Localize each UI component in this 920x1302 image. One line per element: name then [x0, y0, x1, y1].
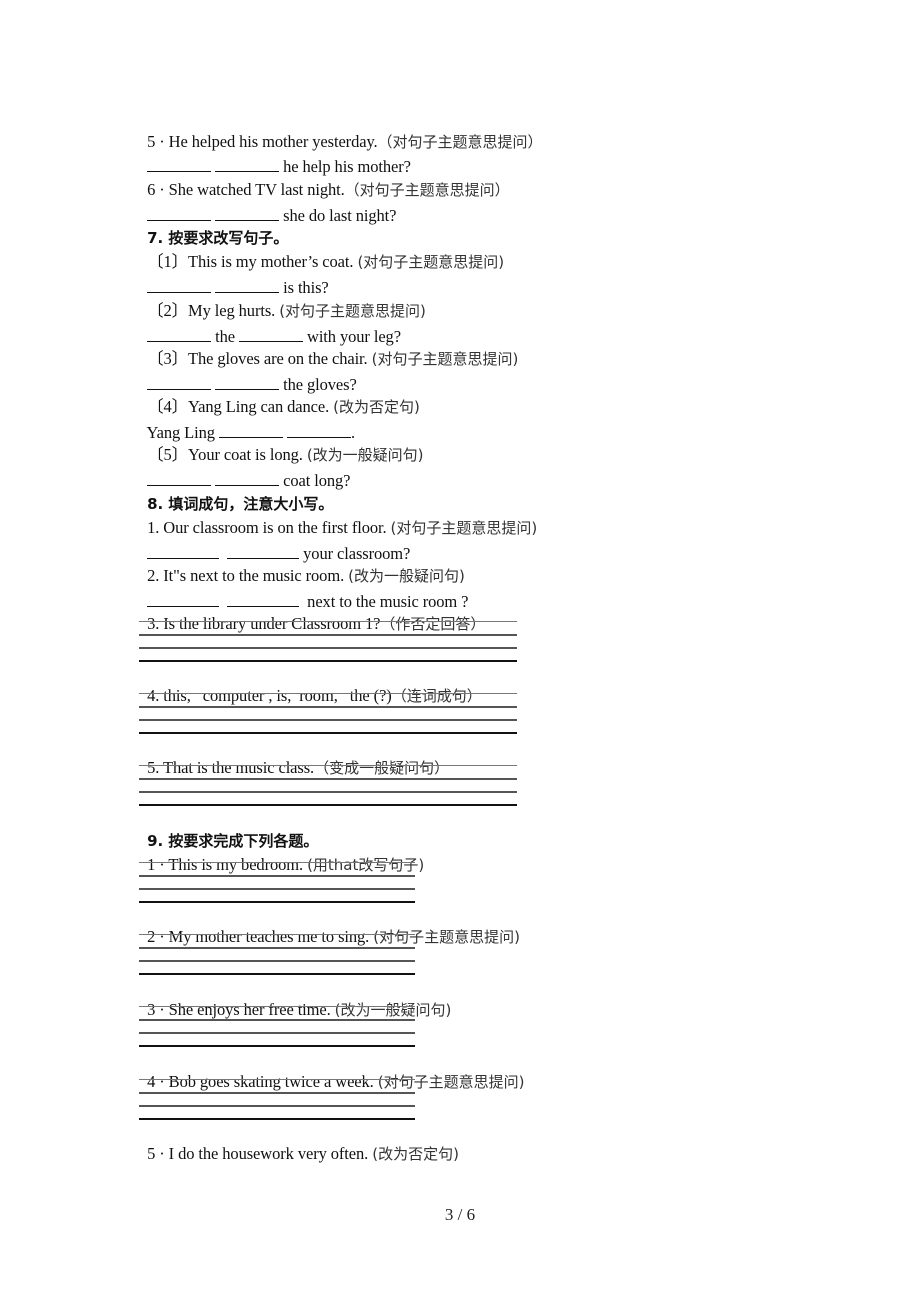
answer-rule	[139, 804, 517, 806]
answer-rule	[139, 647, 517, 649]
question-hint: (对句子主题意思提问)	[377, 1073, 525, 1091]
answer-rule	[139, 706, 517, 708]
question-9-3: 3 · She enjoys her free time. (改为一般疑问句)	[139, 980, 451, 1020]
question-8-4: 4. this, computer , is, room, the (?)（连词…	[139, 666, 482, 706]
answer-rule	[139, 719, 517, 721]
answer-rule	[139, 1045, 415, 1047]
question-9-1: 1 · This is my bedroom. (用that改写句子)	[139, 835, 424, 875]
answer-rule	[139, 791, 517, 793]
answer-rule	[139, 621, 517, 622]
question-text: 1 · This is my bedroom.	[147, 855, 308, 874]
question-hint: (对句子主题意思提问)	[390, 519, 538, 537]
question-text: 3. Is the library under Classroom 1?	[147, 614, 381, 633]
question-hint: (改为一般疑问句)	[334, 1001, 452, 1019]
answer-rule	[139, 1019, 415, 1021]
question-hint: (改为否定句)	[372, 1145, 459, 1163]
answer-rule	[139, 947, 415, 949]
answer-rule	[139, 765, 517, 766]
question-8-5: 5. That is the music class.（变成一般疑问句）	[139, 738, 449, 778]
answer-rule	[139, 660, 517, 662]
answer-rule	[139, 901, 415, 903]
question-text: 2 · My mother teaches me to sing.	[147, 927, 374, 946]
answer-rule	[139, 1092, 415, 1094]
question-text: 4 · Bob goes skating twice a week.	[147, 1072, 378, 1091]
question-9-5: 5 · I do the housework very often. (改为否定…	[139, 1124, 459, 1164]
answer-rule	[139, 1079, 415, 1080]
question-hint: （作否定回答）	[380, 615, 486, 633]
answer-rule	[139, 732, 517, 734]
answer-rule	[139, 1118, 415, 1120]
question-hint: （连词成句）	[391, 687, 482, 705]
question-hint: (对句子主题意思提问)	[373, 928, 520, 946]
question-hint: （变成一般疑问句）	[314, 759, 450, 777]
answer-rule	[139, 693, 517, 694]
question-text: 3 · She enjoys her free time.	[147, 1000, 335, 1019]
answer-rule	[139, 875, 415, 877]
question-hint: (用that改写句子)	[307, 856, 425, 874]
question-9-2: 2 · My mother teaches me to sing. (对句子主题…	[139, 907, 520, 947]
question-hint: (对句子主题意思提问)	[357, 253, 505, 271]
answer-rule	[139, 888, 415, 890]
answer-rule	[139, 960, 415, 962]
question-hint: (对句子主题意思提问)	[371, 350, 519, 368]
question-text: 4. this, computer , is, room, the (?)	[147, 686, 392, 705]
answer-rule	[139, 778, 517, 780]
answer-suffix: she do last night?	[279, 206, 397, 225]
answer-rule	[139, 862, 415, 863]
answer-rule	[139, 634, 517, 636]
page-indicator: 3 / 6	[444, 1205, 476, 1224]
answer-rule	[139, 1006, 415, 1007]
question-text: 5 · I do the housework very often.	[147, 1144, 373, 1163]
answer-rule	[139, 1032, 415, 1034]
question-8-3: 3. Is the library under Classroom 1?（作否定…	[139, 594, 485, 634]
answer-rule	[139, 1105, 415, 1107]
question-9-4: 4 · Bob goes skating twice a week. (对句子主…	[139, 1052, 524, 1092]
answer-rule	[139, 934, 415, 935]
question-text: 5. That is the music class.	[147, 758, 315, 777]
answer-rule	[139, 973, 415, 975]
